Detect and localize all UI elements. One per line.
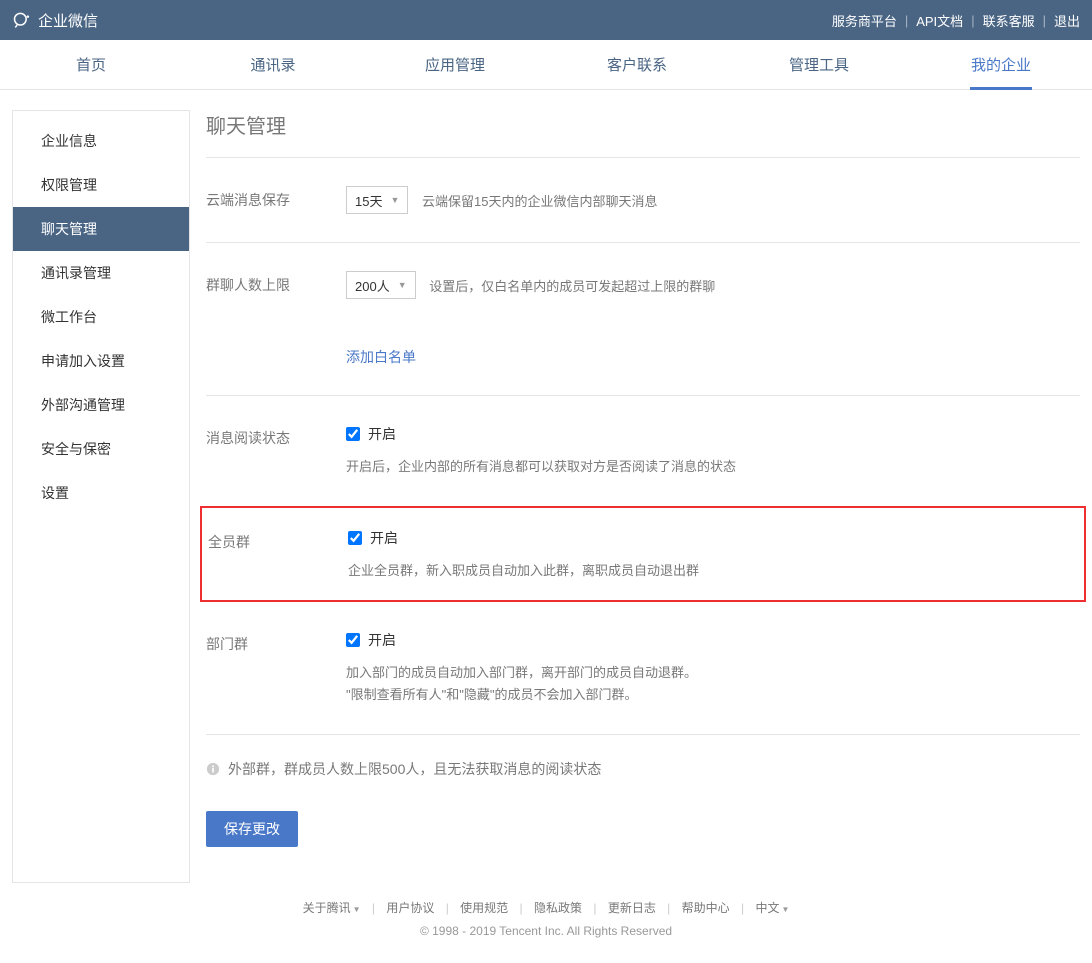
info-icon bbox=[206, 762, 220, 776]
sidebar-item-security[interactable]: 安全与保密 bbox=[13, 427, 189, 471]
footer-changelog[interactable]: 更新日志 bbox=[608, 901, 656, 915]
info-note: 外部群，群成员人数上限500人，且无法获取消息的阅读状态 bbox=[206, 735, 1080, 803]
label-all-staff-group: 全员群 bbox=[208, 528, 348, 552]
desc-group-limit: 设置后，仅白名单内的成员可发起超过上限的群聊 bbox=[429, 279, 715, 294]
select-cloud-days[interactable]: 15天 ▼ bbox=[346, 186, 408, 214]
chevron-down-icon: ▼ bbox=[390, 195, 399, 205]
logo-text: 企业微信 bbox=[38, 10, 98, 31]
footer-privacy[interactable]: 隐私政策 bbox=[534, 901, 582, 915]
sidebar-item-chat-manage[interactable]: 聊天管理 bbox=[13, 207, 189, 251]
sidebar-item-company-info[interactable]: 企业信息 bbox=[13, 119, 189, 163]
top-link-logout[interactable]: 退出 bbox=[1054, 11, 1080, 30]
sidebar-item-join-settings[interactable]: 申请加入设置 bbox=[13, 339, 189, 383]
desc-read-status: 开启后，企业内部的所有消息都可以获取对方是否阅读了消息的状态 bbox=[346, 456, 1080, 478]
label-cloud-save: 云端消息保存 bbox=[206, 186, 346, 210]
add-whitelist-link[interactable]: 添加白名单 bbox=[346, 347, 1080, 367]
chevron-down-icon: ▼ bbox=[353, 905, 361, 914]
checkbox-label-dept: 开启 bbox=[368, 630, 396, 650]
top-link-service[interactable]: 服务商平台 bbox=[832, 11, 897, 30]
highlight-all-staff-group: 全员群 开启 企业全员群，新入职成员自动加入此群，离职成员自动退出群 bbox=[200, 506, 1086, 602]
chevron-down-icon: ▼ bbox=[781, 905, 789, 914]
checkbox-read-status[interactable] bbox=[346, 427, 360, 441]
top-link-api[interactable]: API文档 bbox=[916, 11, 963, 30]
setting-read-status: 消息阅读状态 开启 开启后，企业内部的所有消息都可以获取对方是否阅读了消息的状态 bbox=[206, 396, 1080, 506]
copyright: © 1998 - 2019 Tencent Inc. All Rights Re… bbox=[0, 920, 1092, 943]
footer: 关于腾讯▼ | 用户协议 | 使用规范 | 隐私政策 | 更新日志 | 帮助中心… bbox=[0, 883, 1092, 963]
nav-apps[interactable]: 应用管理 bbox=[364, 40, 546, 89]
footer-help[interactable]: 帮助中心 bbox=[682, 901, 730, 915]
sidebar-item-external-comm[interactable]: 外部沟通管理 bbox=[13, 383, 189, 427]
content-panel: 聊天管理 云端消息保存 15天 ▼ 云端保留15天内的企业微信内部聊天消息 群聊… bbox=[206, 110, 1080, 883]
nav-home[interactable]: 首页 bbox=[0, 40, 182, 89]
checkbox-label-all-staff: 开启 bbox=[370, 528, 398, 548]
footer-usage[interactable]: 使用规范 bbox=[460, 901, 508, 915]
top-link-support[interactable]: 联系客服 bbox=[983, 11, 1035, 30]
setting-dept-group: 部门群 开启 加入部门的成员自动加入部门群，离开部门的成员自动退群。 "限制查看… bbox=[206, 602, 1080, 735]
setting-cloud-save: 云端消息保存 15天 ▼ 云端保留15天内的企业微信内部聊天消息 bbox=[206, 158, 1080, 243]
main-content: 企业信息 权限管理 聊天管理 通讯录管理 微工作台 申请加入设置 外部沟通管理 … bbox=[0, 90, 1092, 883]
logo-area: 企业微信 bbox=[12, 10, 98, 31]
page-title: 聊天管理 bbox=[206, 110, 1080, 139]
sidebar-item-settings[interactable]: 设置 bbox=[13, 471, 189, 515]
footer-about[interactable]: 关于腾讯 bbox=[303, 901, 351, 915]
desc-all-staff-group: 企业全员群，新入职成员自动加入此群，离职成员自动退出群 bbox=[348, 560, 1078, 582]
sidebar-item-workbench[interactable]: 微工作台 bbox=[13, 295, 189, 339]
top-links: 服务商平台 | API文档 | 联系客服 | 退出 bbox=[832, 11, 1080, 30]
checkbox-label-read-status: 开启 bbox=[368, 424, 396, 444]
desc-dept-group: 加入部门的成员自动加入部门群，离开部门的成员自动退群。 "限制查看所有人"和"隐… bbox=[346, 662, 1080, 706]
save-button[interactable]: 保存更改 bbox=[206, 811, 298, 847]
nav-bar: 首页 通讯录 应用管理 客户联系 管理工具 我的企业 bbox=[0, 40, 1092, 90]
sidebar: 企业信息 权限管理 聊天管理 通讯录管理 微工作台 申请加入设置 外部沟通管理 … bbox=[12, 110, 190, 883]
label-dept-group: 部门群 bbox=[206, 630, 346, 654]
sidebar-item-permissions[interactable]: 权限管理 bbox=[13, 163, 189, 207]
wechat-work-icon bbox=[12, 10, 32, 30]
nav-my-company[interactable]: 我的企业 bbox=[910, 40, 1092, 89]
setting-all-staff-group: 全员群 开启 企业全员群，新入职成员自动加入此群，离职成员自动退出群 bbox=[208, 528, 1078, 582]
sidebar-item-contacts-manage[interactable]: 通讯录管理 bbox=[13, 251, 189, 295]
nav-tools[interactable]: 管理工具 bbox=[728, 40, 910, 89]
label-read-status: 消息阅读状态 bbox=[206, 424, 346, 448]
footer-agreement[interactable]: 用户协议 bbox=[386, 901, 434, 915]
nav-customer[interactable]: 客户联系 bbox=[546, 40, 728, 89]
select-group-limit[interactable]: 200人 ▼ bbox=[346, 271, 416, 299]
top-header: 企业微信 服务商平台 | API文档 | 联系客服 | 退出 bbox=[0, 0, 1092, 40]
chevron-down-icon: ▼ bbox=[398, 280, 407, 290]
desc-cloud-save: 云端保留15天内的企业微信内部聊天消息 bbox=[422, 194, 657, 209]
checkbox-dept-group[interactable] bbox=[346, 633, 360, 647]
checkbox-all-staff-group[interactable] bbox=[348, 531, 362, 545]
setting-group-limit: 群聊人数上限 200人 ▼ 设置后，仅白名单内的成员可发起超过上限的群聊 添加白… bbox=[206, 243, 1080, 396]
nav-contacts[interactable]: 通讯录 bbox=[182, 40, 364, 89]
footer-language[interactable]: 中文 bbox=[755, 901, 779, 915]
label-group-limit: 群聊人数上限 bbox=[206, 271, 346, 295]
